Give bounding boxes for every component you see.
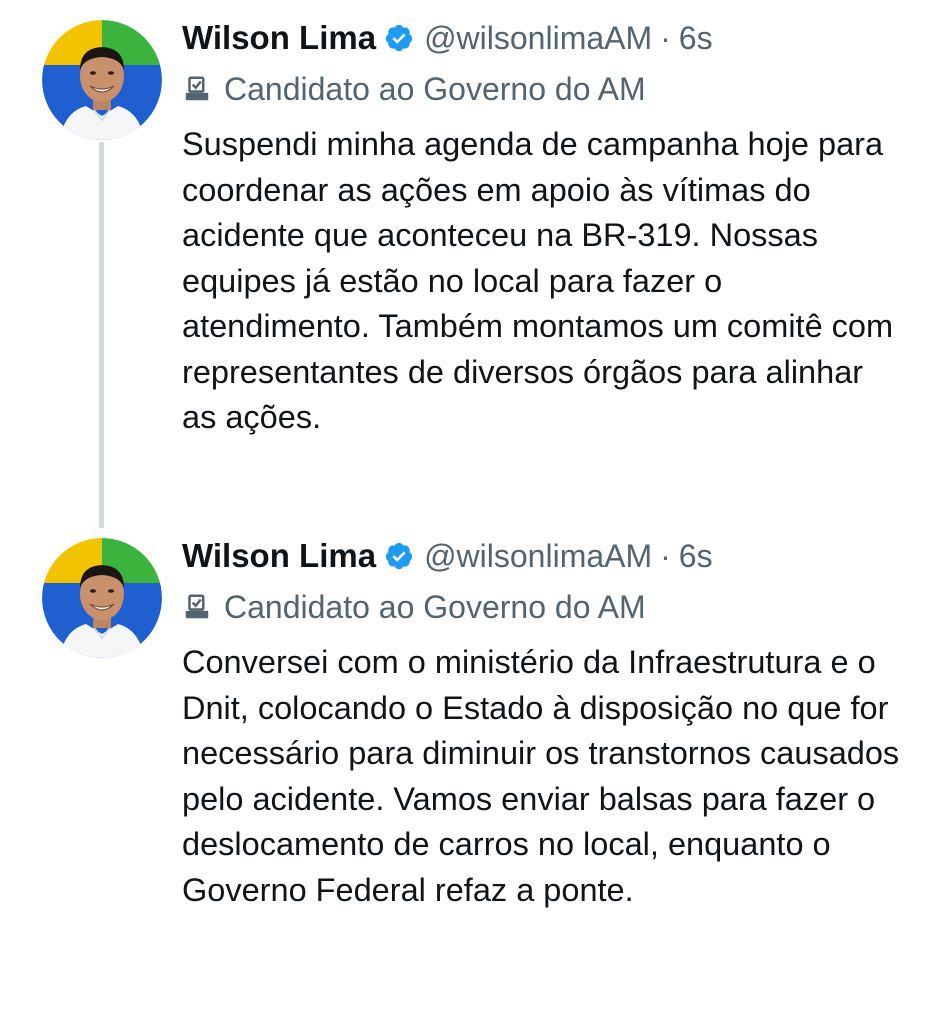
verified-badge-icon (384, 541, 414, 571)
avatar-photo (42, 538, 162, 658)
timestamp[interactable]: 6s (679, 538, 713, 575)
tweet-text: Suspendi minha agenda de campanha hoje p… (182, 126, 894, 435)
tweet-text: Conversei com o ministério da Infraestru… (182, 644, 900, 908)
tweet-content: Wilson Lima @wilsonlimaAM · 6s Candidato… (182, 16, 912, 441)
affiliation-label: Candidato ao Governo do AM (182, 64, 912, 114)
affiliation-label: Candidato ao Governo do AM (182, 582, 912, 632)
handle[interactable]: @wilsonlimaAM (424, 538, 652, 575)
thread-connector-line (99, 142, 104, 528)
handle[interactable]: @wilsonlimaAM (424, 20, 652, 57)
avatar-photo (42, 20, 162, 140)
separator-dot: · (660, 537, 671, 574)
display-name[interactable]: Wilson Lima (182, 537, 376, 575)
tweet-content: Wilson Lima @wilsonlimaAM · 6s Candidato… (182, 534, 912, 913)
ballot-box-icon (182, 592, 212, 622)
affiliation-text: Candidato ao Governo do AM (224, 588, 646, 625)
avatar[interactable] (42, 538, 162, 658)
ballot-box-icon (182, 74, 212, 104)
avatar[interactable] (42, 20, 162, 140)
tweet-header: Wilson Lima @wilsonlimaAM · 6s (182, 16, 912, 60)
separator-dot: · (660, 19, 671, 56)
affiliation-text: Candidato ao Governo do AM (224, 70, 646, 107)
timestamp[interactable]: 6s (679, 20, 713, 57)
display-name[interactable]: Wilson Lima (182, 19, 376, 57)
tweet-header: Wilson Lima @wilsonlimaAM · 6s (182, 534, 912, 578)
verified-badge-icon (384, 23, 414, 53)
